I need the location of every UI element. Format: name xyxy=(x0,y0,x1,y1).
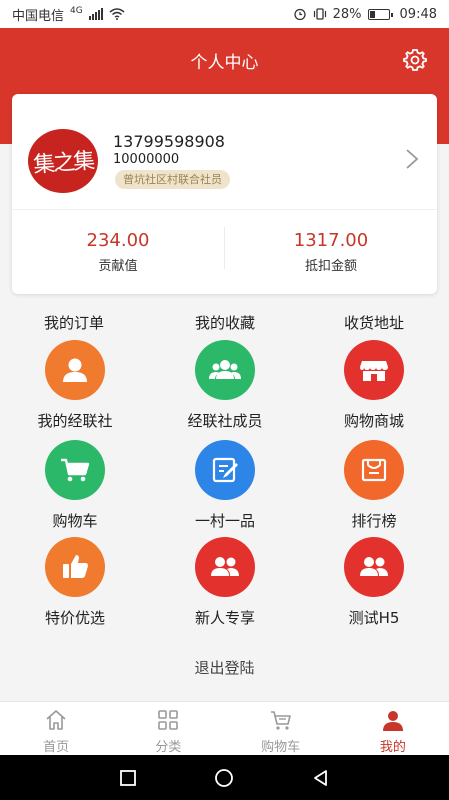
user-icon xyxy=(45,340,105,400)
page-title: 个人中心 xyxy=(190,53,259,73)
avatar-logo-text: 集之集 xyxy=(32,148,94,179)
grid-cooperative-members[interactable]: 经联社成员 xyxy=(150,340,300,431)
cart-icon xyxy=(270,711,291,730)
tab-category[interactable]: 分类 xyxy=(112,702,224,755)
edit-icon xyxy=(195,440,255,500)
app-header: 个人中心 xyxy=(0,28,449,92)
tab-label: 分类 xyxy=(155,740,182,755)
grid-icon xyxy=(158,710,179,730)
grid-label: 特价优选 xyxy=(44,609,105,627)
user-phone: 13799598908 xyxy=(113,132,225,151)
grid-cart[interactable]: 购物车 xyxy=(0,440,150,531)
stat-label: 抵扣金额 xyxy=(304,259,357,274)
signal-icon xyxy=(88,8,103,20)
users-icon xyxy=(195,537,255,597)
chevron-right-icon[interactable] xyxy=(405,148,419,170)
stat-value: 1317.00 xyxy=(293,230,369,251)
alarm-icon xyxy=(293,8,306,21)
avatar[interactable]: 集之集 xyxy=(28,129,98,193)
gear-icon[interactable] xyxy=(403,48,427,72)
status-bar: 中国电信 4G 28% 09:48 xyxy=(0,0,449,28)
battery-percent: 28% xyxy=(332,6,362,22)
card-divider xyxy=(12,209,437,210)
grid-special-offers[interactable]: 特价优选 xyxy=(0,537,150,628)
link-my-favorites[interactable]: 我的收藏 xyxy=(165,312,285,333)
stat-contribution[interactable]: 234.00 贡献值 xyxy=(12,230,224,274)
user-id: 10000000 xyxy=(113,152,180,167)
grid-label: 一村一品 xyxy=(194,512,255,530)
members-icon xyxy=(195,340,255,400)
back-icon[interactable] xyxy=(311,768,331,788)
carrier-name: 中国电信 xyxy=(12,8,65,24)
profile-icon xyxy=(382,711,403,731)
grid-test-h5[interactable]: 测试H5 xyxy=(299,537,449,628)
grid-label: 测试H5 xyxy=(348,609,400,627)
store-icon xyxy=(344,340,404,400)
quick-links: 我的订单 我的收藏 收货地址 xyxy=(0,312,449,334)
profile-card: 集之集 13799598908 10000000 曾坑社区村联合社员 234.0… xyxy=(12,94,437,294)
system-nav-bar xyxy=(0,755,449,800)
grid-newcomer-exclusive[interactable]: 新人专享 xyxy=(150,537,300,628)
thumbs-up-icon xyxy=(45,537,105,597)
tab-label: 首页 xyxy=(43,740,70,755)
wifi-icon xyxy=(109,8,125,20)
bottom-tab-bar: 首页 分类 购物车 我的 xyxy=(0,701,449,755)
tab-mine[interactable]: 我的 xyxy=(337,702,449,755)
logout-button[interactable]: 退出登陆 xyxy=(0,657,449,678)
users-icon xyxy=(344,537,404,597)
battery-icon xyxy=(367,8,393,20)
grid-label: 排行榜 xyxy=(351,512,397,530)
stat-deduction[interactable]: 1317.00 抵扣金额 xyxy=(225,230,437,274)
grid-label: 购物商城 xyxy=(343,412,404,430)
home-icon xyxy=(46,710,66,730)
link-my-orders[interactable]: 我的订单 xyxy=(14,312,134,333)
membership-badge: 曾坑社区村联合社员 xyxy=(115,170,230,189)
ranking-icon xyxy=(344,440,404,500)
vibrate-icon xyxy=(313,8,326,20)
tab-home[interactable]: 首页 xyxy=(0,702,112,755)
tab-cart[interactable]: 购物车 xyxy=(225,702,337,755)
grid-village-product[interactable]: 一村一品 xyxy=(150,440,300,531)
home-button-icon[interactable] xyxy=(214,768,234,788)
network-type: 4G xyxy=(70,6,83,16)
grid-label: 我的经联社 xyxy=(37,412,113,430)
grid-label: 新人专享 xyxy=(194,609,255,627)
tab-label: 我的 xyxy=(379,740,406,755)
link-shipping-address[interactable]: 收货地址 xyxy=(314,312,434,333)
grid-label: 经联社成员 xyxy=(187,412,263,430)
cart-icon xyxy=(45,440,105,500)
clock-time: 09:48 xyxy=(399,6,437,22)
grid-shopping-mall[interactable]: 购物商城 xyxy=(299,340,449,431)
recent-apps-icon[interactable] xyxy=(118,768,138,788)
grid-my-cooperative[interactable]: 我的经联社 xyxy=(0,340,150,431)
stat-label: 贡献值 xyxy=(98,259,138,274)
stat-value: 234.00 xyxy=(86,230,150,251)
grid-label: 购物车 xyxy=(52,512,98,530)
grid-ranking[interactable]: 排行榜 xyxy=(299,440,449,531)
tab-label: 购物车 xyxy=(261,740,301,755)
